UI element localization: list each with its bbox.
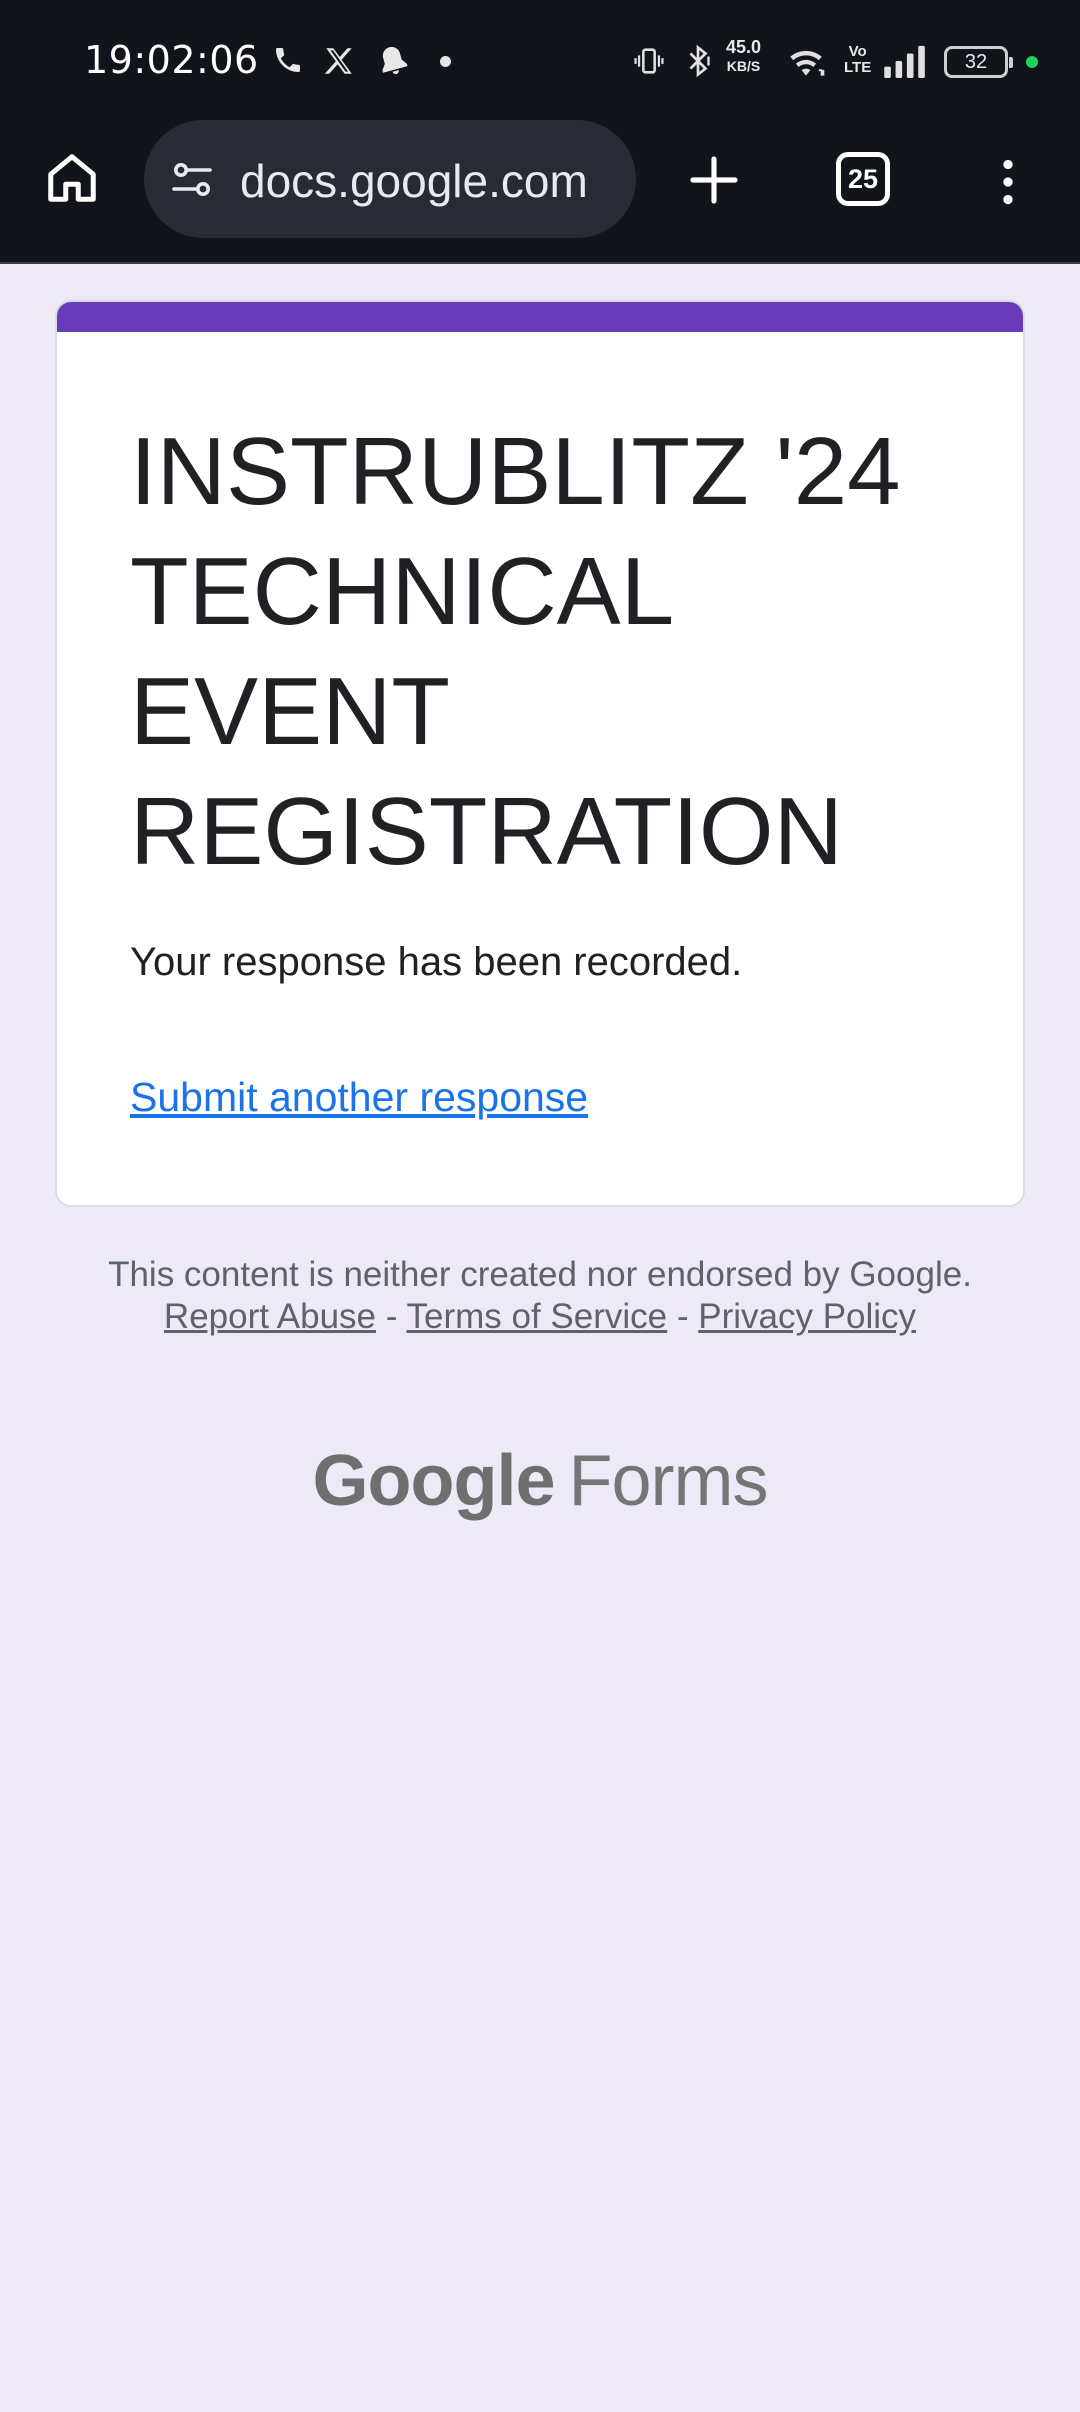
confirmation-message: Your response has been recorded. — [130, 940, 743, 984]
form-card: INSTRUBLITZ '24 TECHNICAL EVENT REGISTRA… — [55, 300, 1025, 1207]
disclaimer-text: This content is neither created nor endo… — [108, 1255, 972, 1294]
report-abuse-link[interactable]: Report Abuse — [164, 1297, 376, 1336]
url-text[interactable]: docs.google.com — [240, 154, 588, 208]
net-speed: 45.0 KB/S — [726, 38, 761, 76]
logo-google-text: Google — [312, 1441, 556, 1521]
volte-indicator: Vo LTE — [844, 44, 871, 76]
vibrate-icon — [634, 48, 664, 74]
form-title: INSTRUBLITZ '24 TECHNICAL EVENT REGISTRA… — [130, 418, 901, 885]
tab-switcher-icon[interactable]: 25 — [836, 152, 890, 206]
google-forms-logo[interactable]: Google Forms — [0, 1440, 1080, 1522]
submit-another-response-link[interactable]: Submit another response — [130, 1074, 588, 1121]
browser-toolbar: docs.google.com 25 — [0, 118, 1080, 264]
more-menu-icon[interactable] — [980, 154, 1036, 210]
privacy-indicator-dot — [1026, 56, 1038, 68]
logo-forms-text: Forms — [568, 1441, 769, 1521]
card-accent-bar — [57, 302, 1023, 332]
address-bar[interactable]: docs.google.com — [144, 120, 636, 238]
new-tab-icon[interactable] — [686, 152, 742, 208]
status-time: 19:02:06 — [84, 38, 259, 82]
x-app-icon — [324, 48, 352, 74]
separator: - — [667, 1297, 699, 1336]
bluetooth-icon — [689, 44, 710, 78]
site-settings-icon[interactable] — [168, 156, 216, 204]
wifi-icon — [790, 50, 825, 76]
battery-icon: 32 — [944, 46, 1013, 78]
net-speed-unit: KB/S — [726, 58, 761, 74]
status-bar: 19:02:06 45.0 KB/S Vo LTE 32 — [0, 0, 1080, 118]
volte-line1: Vo — [848, 43, 867, 60]
terms-of-service-link[interactable]: Terms of Service — [407, 1297, 668, 1336]
separator: - — [376, 1297, 407, 1336]
home-icon[interactable] — [42, 148, 102, 208]
notification-bell-icon — [382, 46, 408, 75]
phone-icon — [276, 48, 300, 72]
net-speed-value: 45.0 — [726, 37, 762, 57]
disclaimer: This content is neither created nor endo… — [90, 1254, 990, 1338]
dot-icon — [440, 56, 451, 67]
privacy-policy-link[interactable]: Privacy Policy — [698, 1297, 916, 1336]
signal-icon — [884, 45, 925, 78]
volte-line2: LTE — [844, 59, 872, 76]
